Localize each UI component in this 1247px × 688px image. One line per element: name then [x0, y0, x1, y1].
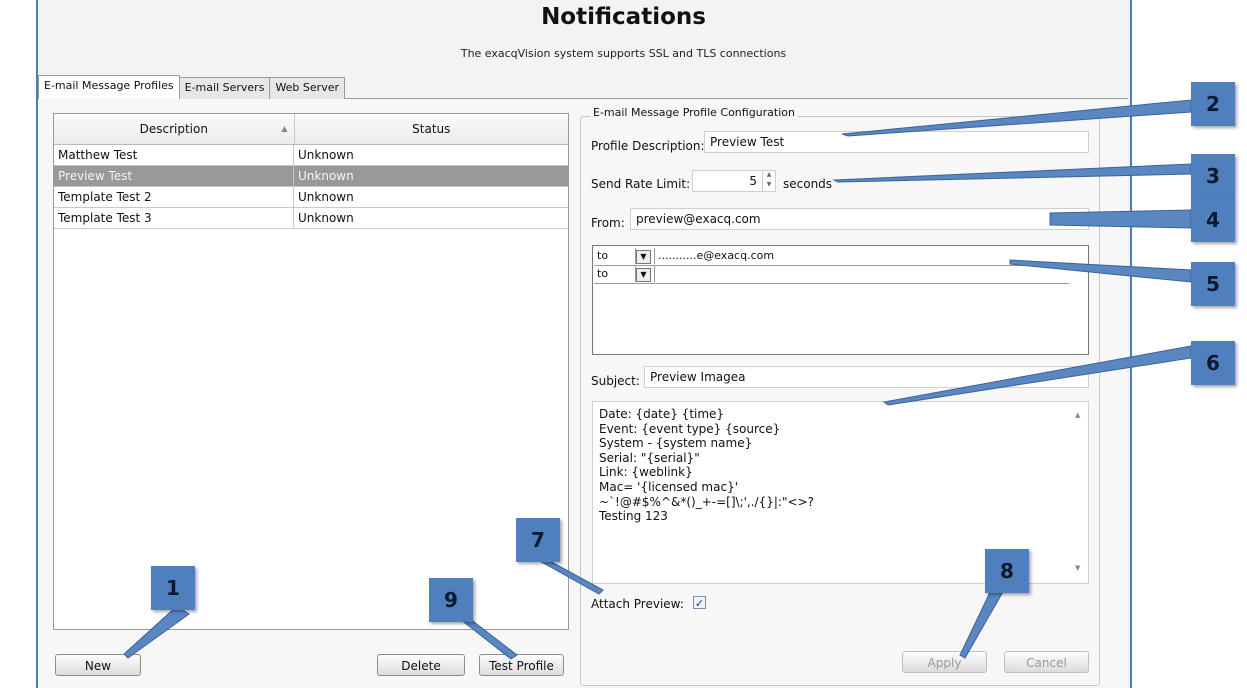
callout-arrow-5: [1009, 259, 1192, 283]
callout-arrow-7: [536, 559, 604, 595]
callout-4: 4: [1191, 198, 1235, 242]
callout-6: 6: [1191, 341, 1235, 385]
callout-arrow-8: [959, 583, 1005, 659]
callout-arrow-3: [832, 163, 1192, 183]
callout-arrow-2: [841, 99, 1192, 137]
callout-arrow-4: [1049, 209, 1192, 229]
callout-3: 3: [1191, 154, 1235, 198]
callout-1: 1: [151, 566, 195, 610]
callout-9: 9: [429, 578, 473, 622]
callout-arrow-1: [123, 605, 190, 659]
callout-5: 5: [1191, 262, 1235, 306]
tab-email-message-profiles[interactable]: E-mail Message Profiles: [38, 75, 180, 99]
callout-8: 8: [985, 549, 1029, 593]
callout-arrow-6: [882, 345, 1192, 406]
callout-7: 7: [516, 518, 560, 562]
callout-2: 2: [1191, 82, 1235, 126]
